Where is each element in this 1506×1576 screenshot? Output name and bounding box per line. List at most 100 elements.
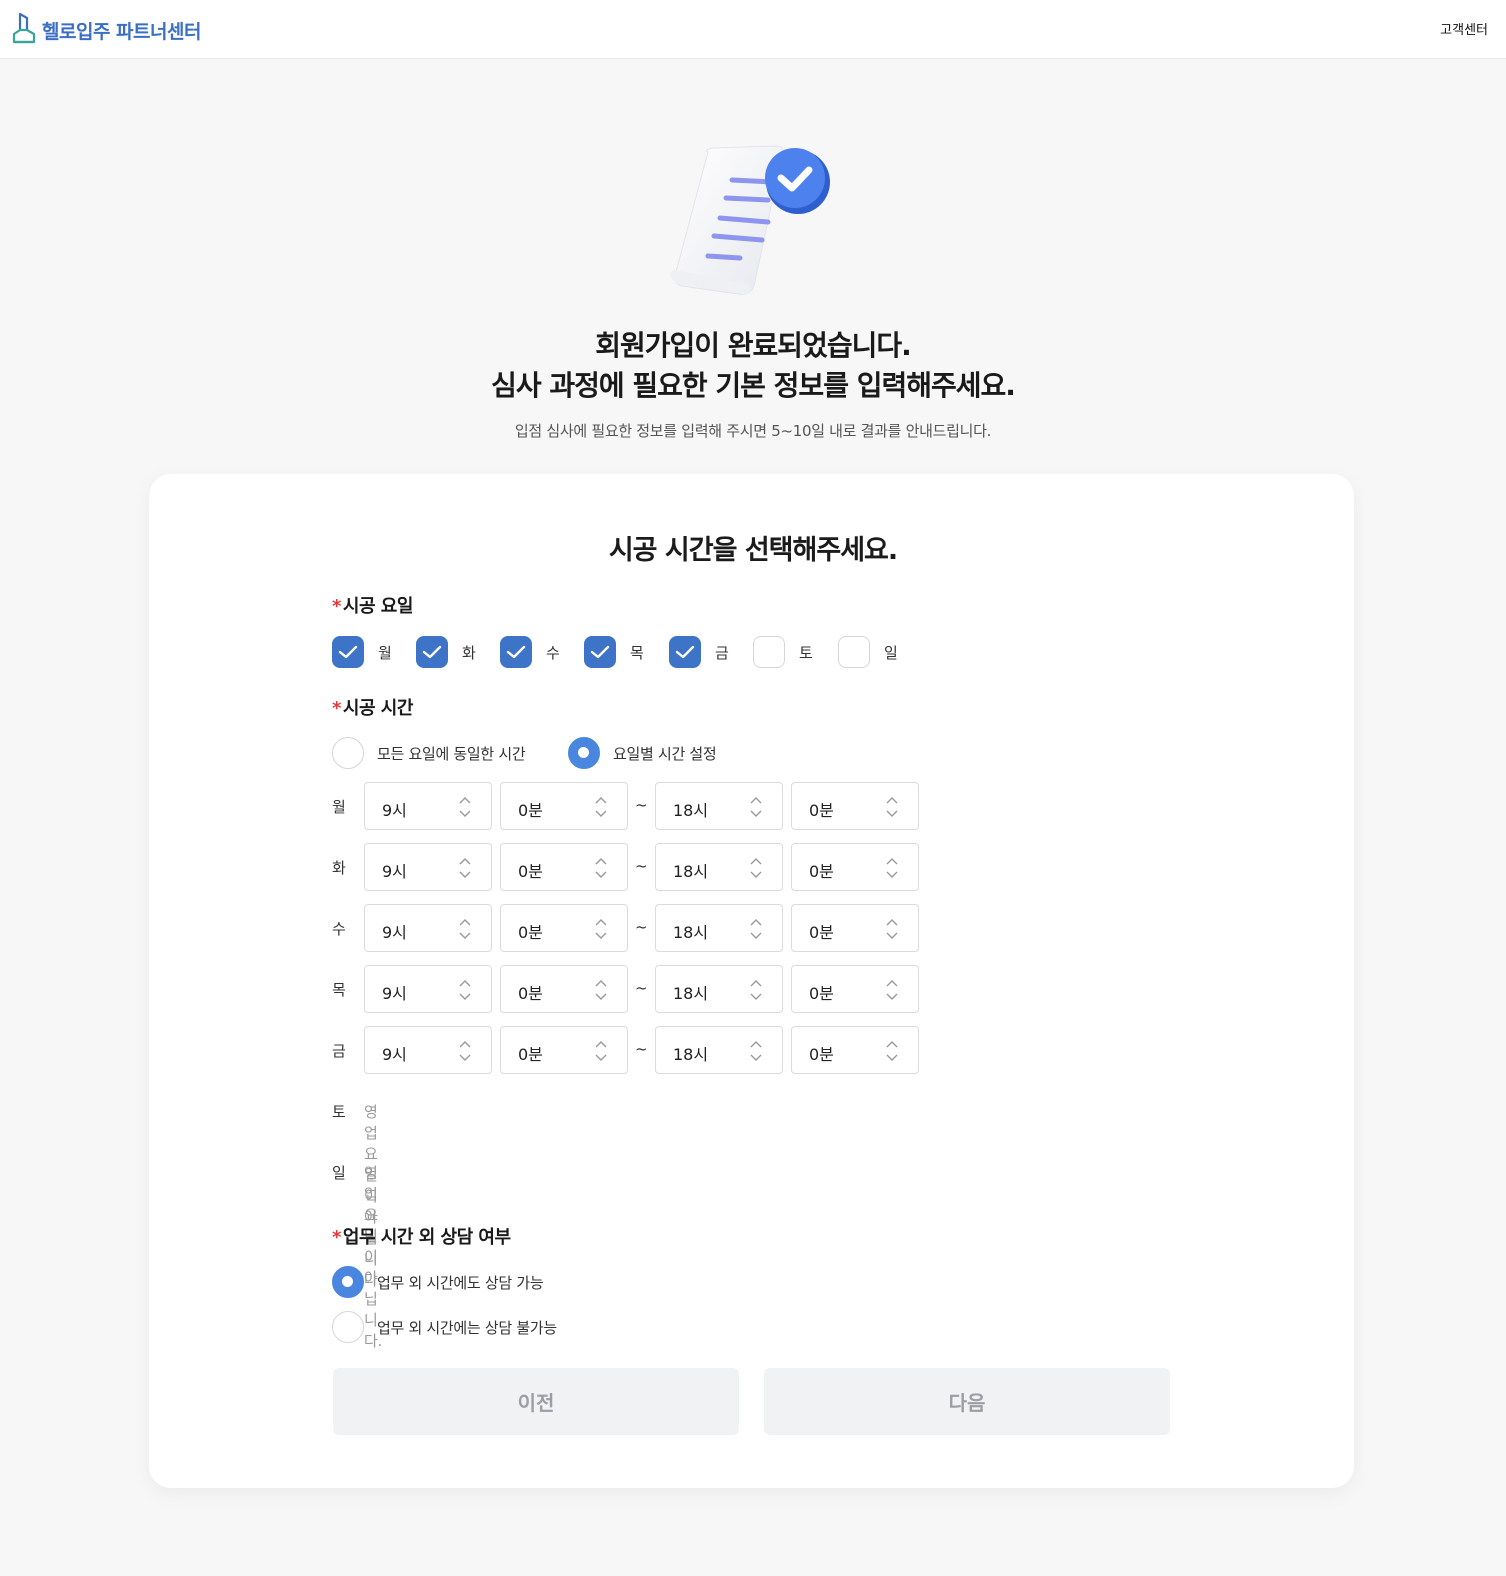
start-hour-select[interactable]: 9시 <box>364 1026 492 1074</box>
radio-button[interactable] <box>332 1266 364 1298</box>
end-hour-select[interactable]: 18시 <box>655 1026 783 1074</box>
brand-title: 헬로입주 파트너센터 <box>42 20 201 43</box>
row-day-label: 토 <box>332 1102 346 1121</box>
hero-title-line1: 회원가입이 완료되었습니다. <box>595 329 912 362</box>
time-row-mon: 월 9시 0분 ~ 18시 0분 <box>332 782 919 830</box>
day-checkbox-sat[interactable]: 토 <box>753 636 813 668</box>
start-minute-select[interactable]: 0분 <box>500 1026 628 1074</box>
updown-chevron-icon <box>459 858 471 878</box>
radio-label: 업무 외 시간에는 상담 불가능 <box>377 1318 557 1337</box>
end-hour-select[interactable]: 18시 <box>655 965 783 1013</box>
day-label: 수 <box>546 643 560 662</box>
time-row-tue: 화 9시 0분 ~ 18시 0분 <box>332 843 919 891</box>
hero-title-line2: 심사 과정에 필요한 기본 정보를 입력해주세요. <box>491 369 1016 402</box>
time-row-thu: 목 9시 0분 ~ 18시 0분 <box>332 965 919 1013</box>
day-label: 목 <box>630 643 644 662</box>
updown-chevron-icon <box>459 797 471 817</box>
next-button[interactable]: 다음 <box>764 1368 1170 1435</box>
time-row-wed: 수 9시 0분 ~ 18시 0분 <box>332 904 919 952</box>
start-minute-select[interactable]: 0분 <box>500 843 628 891</box>
day-label: 일 <box>884 643 898 662</box>
checkbox[interactable] <box>753 636 785 668</box>
radio-button[interactable] <box>332 1311 364 1343</box>
end-minute-select[interactable]: 0분 <box>791 843 919 891</box>
row-day-label: 월 <box>332 797 346 816</box>
start-minute-select[interactable]: 0분 <box>500 904 628 952</box>
required-mark: * <box>332 1227 341 1248</box>
row-day-label: 일 <box>332 1163 346 1182</box>
end-minute-select[interactable]: 0분 <box>791 782 919 830</box>
time-section-label: * 시공 시간 <box>332 698 413 719</box>
start-hour-select[interactable]: 9시 <box>364 965 492 1013</box>
checkbox[interactable] <box>500 636 532 668</box>
checkbox[interactable] <box>838 636 870 668</box>
time-row-sun: 일 영업 요일이 아닙니다. <box>332 1148 382 1351</box>
updown-chevron-icon <box>750 858 762 878</box>
check-icon <box>506 645 526 659</box>
start-hour-select[interactable]: 9시 <box>364 904 492 952</box>
brand-logo[interactable]: 헬로입주 파트너센터 <box>12 12 201 48</box>
radio-consult-unavailable[interactable]: 업무 외 시간에는 상담 불가능 <box>332 1311 557 1343</box>
day-checkbox-sun[interactable]: 일 <box>838 636 898 668</box>
radio-label: 모든 요일에 동일한 시간 <box>377 744 526 763</box>
check-icon <box>422 645 442 659</box>
hero-subtitle: 입점 심사에 필요한 정보를 입력해 주시면 5~10일 내로 결과를 안내드립… <box>514 422 992 440</box>
radio-per-day-time[interactable]: 요일별 시간 설정 <box>568 737 717 769</box>
row-day-label: 수 <box>332 919 346 938</box>
required-mark: * <box>332 698 341 719</box>
updown-chevron-icon <box>459 1041 471 1061</box>
updown-chevron-icon <box>750 1041 762 1061</box>
updown-chevron-icon <box>886 919 898 939</box>
updown-chevron-icon <box>750 797 762 817</box>
updown-chevron-icon <box>595 1041 607 1061</box>
day-checkbox-tue[interactable]: 화 <box>416 636 476 668</box>
customer-center-link[interactable]: 고객센터 <box>1440 19 1488 38</box>
time-separator: ~ <box>635 857 648 875</box>
end-minute-select[interactable]: 0분 <box>791 965 919 1013</box>
checkbox[interactable] <box>416 636 448 668</box>
radio-label: 업무 외 시간에도 상담 가능 <box>377 1273 544 1292</box>
days-section-label: * 시공 요일 <box>332 596 413 617</box>
updown-chevron-icon <box>595 858 607 878</box>
updown-chevron-icon <box>459 980 471 1000</box>
radio-consult-available[interactable]: 업무 외 시간에도 상담 가능 <box>332 1266 544 1298</box>
updown-chevron-icon <box>886 980 898 1000</box>
day-label: 금 <box>715 643 729 662</box>
updown-chevron-icon <box>595 919 607 939</box>
end-minute-select[interactable]: 0분 <box>791 1026 919 1074</box>
start-minute-select[interactable]: 0분 <box>500 965 628 1013</box>
checkbox[interactable] <box>584 636 616 668</box>
row-day-label: 목 <box>332 980 346 999</box>
day-label: 월 <box>378 643 392 662</box>
end-minute-select[interactable]: 0분 <box>791 904 919 952</box>
end-hour-select[interactable]: 18시 <box>655 904 783 952</box>
check-icon <box>675 645 695 659</box>
day-label: 화 <box>462 643 476 662</box>
updown-chevron-icon <box>886 797 898 817</box>
time-separator: ~ <box>635 979 648 997</box>
start-hour-select[interactable]: 9시 <box>364 843 492 891</box>
radio-button[interactable] <box>332 737 364 769</box>
prev-button[interactable]: 이전 <box>333 1368 739 1435</box>
updown-chevron-icon <box>750 980 762 1000</box>
radio-same-time[interactable]: 모든 요일에 동일한 시간 <box>332 737 526 769</box>
end-hour-select[interactable]: 18시 <box>655 843 783 891</box>
start-hour-select[interactable]: 9시 <box>364 782 492 830</box>
day-checkbox-mon[interactable]: 월 <box>332 636 392 668</box>
building-logo-icon <box>12 12 36 48</box>
radio-button[interactable] <box>568 737 600 769</box>
checkbox[interactable] <box>332 636 364 668</box>
check-icon <box>338 645 358 659</box>
row-day-label: 금 <box>332 1041 346 1060</box>
row-day-label: 화 <box>332 858 346 877</box>
form-title: 시공 시간을 선택해주세요. <box>608 535 898 566</box>
day-checkbox-fri[interactable]: 금 <box>669 636 729 668</box>
start-minute-select[interactable]: 0분 <box>500 782 628 830</box>
radio-label: 요일별 시간 설정 <box>613 744 717 763</box>
updown-chevron-icon <box>886 1041 898 1061</box>
time-row-fri: 금 9시 0분 ~ 18시 0분 <box>332 1026 919 1074</box>
checkbox[interactable] <box>669 636 701 668</box>
end-hour-select[interactable]: 18시 <box>655 782 783 830</box>
day-checkbox-wed[interactable]: 수 <box>500 636 560 668</box>
day-checkbox-thu[interactable]: 목 <box>584 636 644 668</box>
